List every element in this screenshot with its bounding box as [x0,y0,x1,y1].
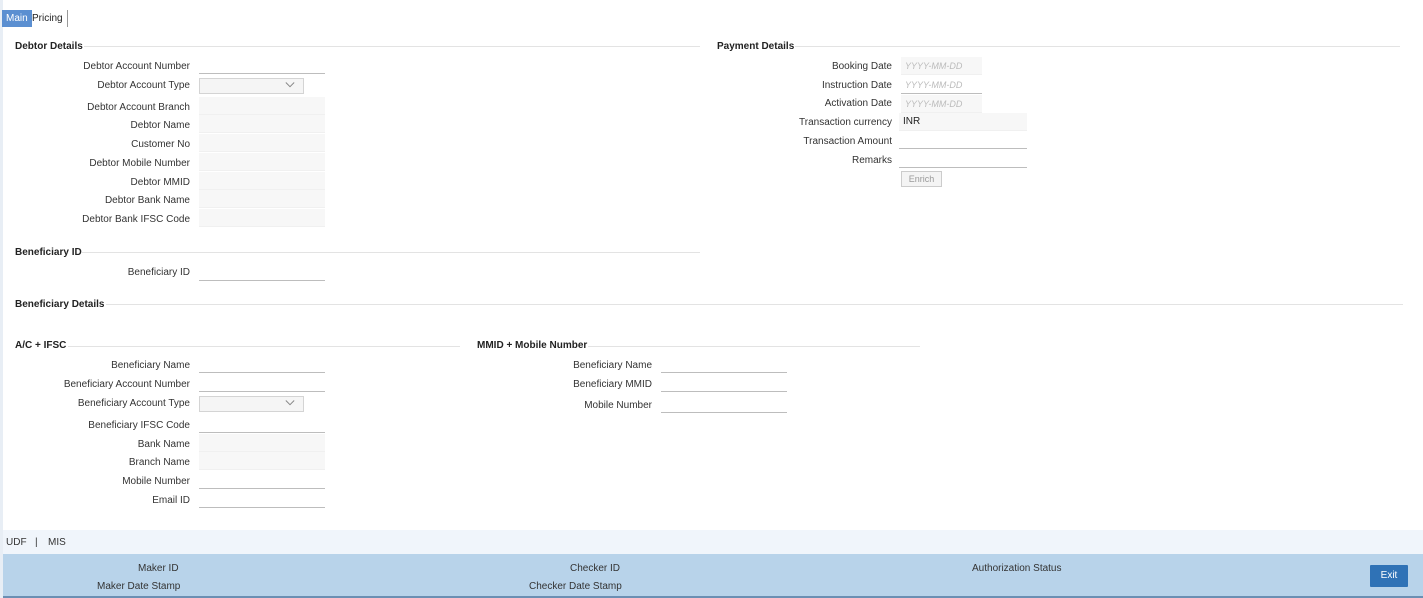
debtor-bank-name-field [199,190,325,208]
customer-no-field [199,134,325,152]
tab-pricing[interactable]: Pricing [28,10,68,27]
debtor-account-type-label: Debtor Account Type [97,80,190,91]
debtor-account-number-field[interactable] [199,56,325,74]
branch-name-label: Branch Name [128,457,190,468]
mmid-mobile-title: MMID + Mobile Number [477,340,588,351]
transaction-currency-field: INR [899,113,1027,131]
debtor-account-type-select[interactable] [199,78,304,94]
maker-date-stamp-label: Maker Date Stamp [97,581,181,592]
udf-mis-bar: UDF | MIS [3,530,1423,554]
instruction-date-label: Instruction Date [821,80,892,91]
mmid-mobile-label: Mobile Number [584,400,652,411]
beneficiary-details-title: Beneficiary Details [15,299,105,310]
email-id-field[interactable] [199,490,325,508]
payment-details-title: Payment Details [717,41,795,52]
ben-mobile-field[interactable] [199,471,325,489]
beneficiary-id-label: Beneficiary ID [127,267,190,278]
debtor-account-branch-field [199,97,325,115]
ben-account-number-field[interactable] [199,374,325,392]
mmid-mobile-field[interactable] [661,395,787,413]
ben-ifsc-label: Beneficiary IFSC Code [88,420,190,431]
bank-name-label: Bank Name [137,439,190,450]
remarks-label: Remarks [851,155,892,166]
enrich-button[interactable]: Enrich [901,171,942,187]
divider [106,304,1403,305]
branch-name-field [199,452,325,470]
exit-button[interactable]: Exit [1370,565,1408,587]
divider [588,346,920,347]
mmid-ben-name-field[interactable] [661,355,787,373]
remarks-field[interactable] [899,150,1027,168]
ben-name-label: Beneficiary Name [111,360,190,371]
transaction-amount-field[interactable] [899,131,1027,149]
ben-ifsc-field[interactable] [199,415,325,433]
ac-ifsc-title: A/C + IFSC [15,340,67,351]
checker-id-label: Checker ID [570,563,621,574]
booking-date-placeholder: YYYY-MM-DD [905,61,963,71]
divider [82,252,700,253]
debtor-details-title: Debtor Details [15,41,83,52]
ben-mmid-field[interactable] [661,374,787,392]
instruction-date-placeholder: YYYY-MM-DD [905,80,963,90]
debtor-name-label: Debtor Name [130,120,190,131]
mis-link[interactable]: MIS [48,537,66,548]
bank-name-field [199,434,325,452]
maker-id-label: Maker ID [138,563,179,574]
udf-link[interactable]: UDF [6,537,27,548]
instruction-date-field[interactable]: YYYY-MM-DD [901,76,982,94]
chevron-down-icon [285,400,295,406]
transaction-amount-label: Transaction Amount [803,136,892,147]
activation-date-placeholder: YYYY-MM-DD [905,99,963,109]
audit-footer: Maker ID Maker Date Stamp Checker ID Che… [3,554,1423,598]
ben-mobile-label: Mobile Number [122,476,190,487]
debtor-ifsc-label: Debtor Bank IFSC Code [82,214,190,225]
transaction-currency-label: Transaction currency [799,117,892,128]
email-id-label: Email ID [152,495,190,506]
checker-date-stamp-label: Checker Date Stamp [529,581,622,592]
ben-name-field[interactable] [199,355,325,373]
beneficiary-id-field[interactable] [199,263,325,281]
chevron-down-icon [285,82,295,88]
link-separator: | [35,537,38,548]
booking-date-label: Booking Date [831,61,892,72]
authorization-status-label: Authorization Status [972,563,1062,574]
debtor-mobile-field [199,153,325,171]
mmid-ben-name-label: Beneficiary Name [573,360,652,371]
divider [84,46,700,47]
debtor-bank-name-label: Debtor Bank Name [104,195,190,206]
debtor-account-number-label: Debtor Account Number [83,61,190,72]
divider [795,46,1400,47]
transaction-currency-value: INR [903,116,921,127]
ben-mmid-label: Beneficiary MMID [573,379,652,390]
booking-date-field: YYYY-MM-DD [901,57,982,75]
activation-date-label: Activation Date [824,98,892,109]
ben-account-type-select[interactable] [199,396,304,412]
divider [68,346,460,347]
customer-no-label: Customer No [131,139,190,150]
activation-date-field: YYYY-MM-DD [901,95,982,113]
ben-account-type-label: Beneficiary Account Type [77,398,190,409]
ben-account-number-label: Beneficiary Account Number [63,379,190,390]
debtor-mmid-field [199,172,325,190]
debtor-ifsc-field [199,209,325,227]
debtor-name-field [199,115,325,133]
beneficiary-id-title: Beneficiary ID [15,247,82,258]
debtor-mmid-label: Debtor MMID [130,177,190,188]
debtor-mobile-label: Debtor Mobile Number [89,158,190,169]
debtor-account-branch-label: Debtor Account Branch [87,102,190,113]
